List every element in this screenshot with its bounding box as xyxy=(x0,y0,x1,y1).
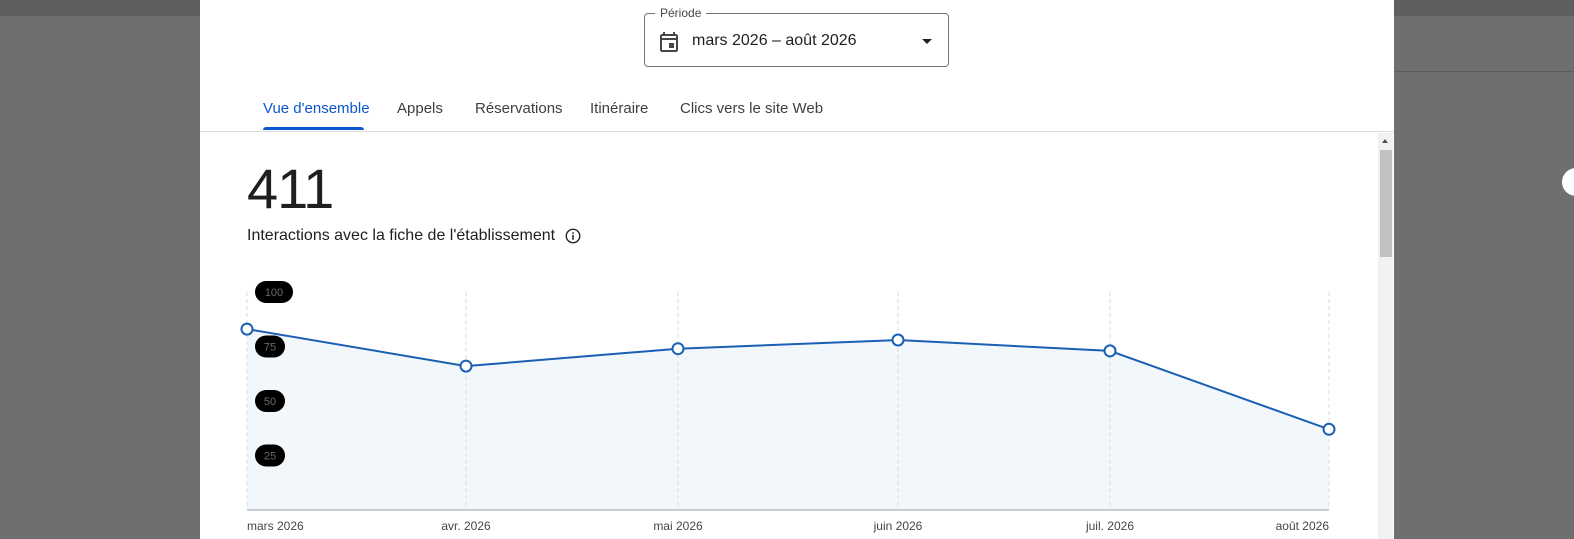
tab-overview[interactable]: Vue d'ensemble xyxy=(263,100,370,118)
background-button-edge[interactable] xyxy=(1562,168,1574,196)
chart-point[interactable] xyxy=(891,333,905,347)
x-tick-label: avr. 2026 xyxy=(441,519,491,533)
chart-point[interactable] xyxy=(459,359,473,373)
x-tick-label: mai 2026 xyxy=(653,519,703,533)
x-tick-label: mars 2026 xyxy=(247,519,304,533)
period-value: mars 2026 – août 2026 xyxy=(692,32,857,49)
chart-point[interactable] xyxy=(671,342,685,356)
scroll-up-arrow-icon[interactable] xyxy=(1382,139,1388,143)
chart-point[interactable] xyxy=(240,322,254,336)
scrollbar-thumb[interactable] xyxy=(1380,150,1392,257)
tab-website-clicks[interactable]: Clics vers le site Web xyxy=(680,100,823,118)
chart-point[interactable] xyxy=(1322,422,1336,436)
interactions-chart: 100 75 50 25 mars 2026 avr. 2026 mai 2026 juin … xyxy=(240,281,1336,533)
interactions-total: 411 xyxy=(247,157,334,220)
vertical-scrollbar[interactable] xyxy=(1378,133,1393,539)
background-divider xyxy=(1394,71,1574,72)
interactions-label: Interactions avec la fiche de l'établiss… xyxy=(247,227,556,244)
active-tab-indicator xyxy=(263,127,364,130)
x-tick-label: juil. 2026 xyxy=(1085,519,1134,533)
tab-directions[interactable]: Itinéraire xyxy=(590,100,648,118)
period-select[interactable]: Période mars 2026 – août 2026 xyxy=(644,6,949,67)
tab-bookings[interactable]: Réservations xyxy=(475,100,563,118)
info-icon[interactable] xyxy=(564,227,582,245)
calendar-icon xyxy=(660,32,678,52)
x-tick-label: juin 2026 xyxy=(873,519,923,533)
y-tick-label: 50 xyxy=(264,396,276,408)
y-tick-label: 100 xyxy=(265,287,283,299)
y-tick-label: 75 xyxy=(264,342,276,354)
y-tick-label: 25 xyxy=(264,451,276,463)
x-tick-label: août 2026 xyxy=(1276,519,1330,533)
tab-calls[interactable]: Appels xyxy=(397,100,443,118)
chart-point[interactable] xyxy=(1103,344,1117,358)
tab-bar: Vue d'ensemble Appels Réservations Itiné… xyxy=(200,86,1394,132)
caret-down-icon[interactable] xyxy=(922,39,932,44)
period-label: Période xyxy=(655,6,707,20)
performance-dialog: Période mars 2026 – août 2026 Vue d'ense… xyxy=(200,0,1394,539)
